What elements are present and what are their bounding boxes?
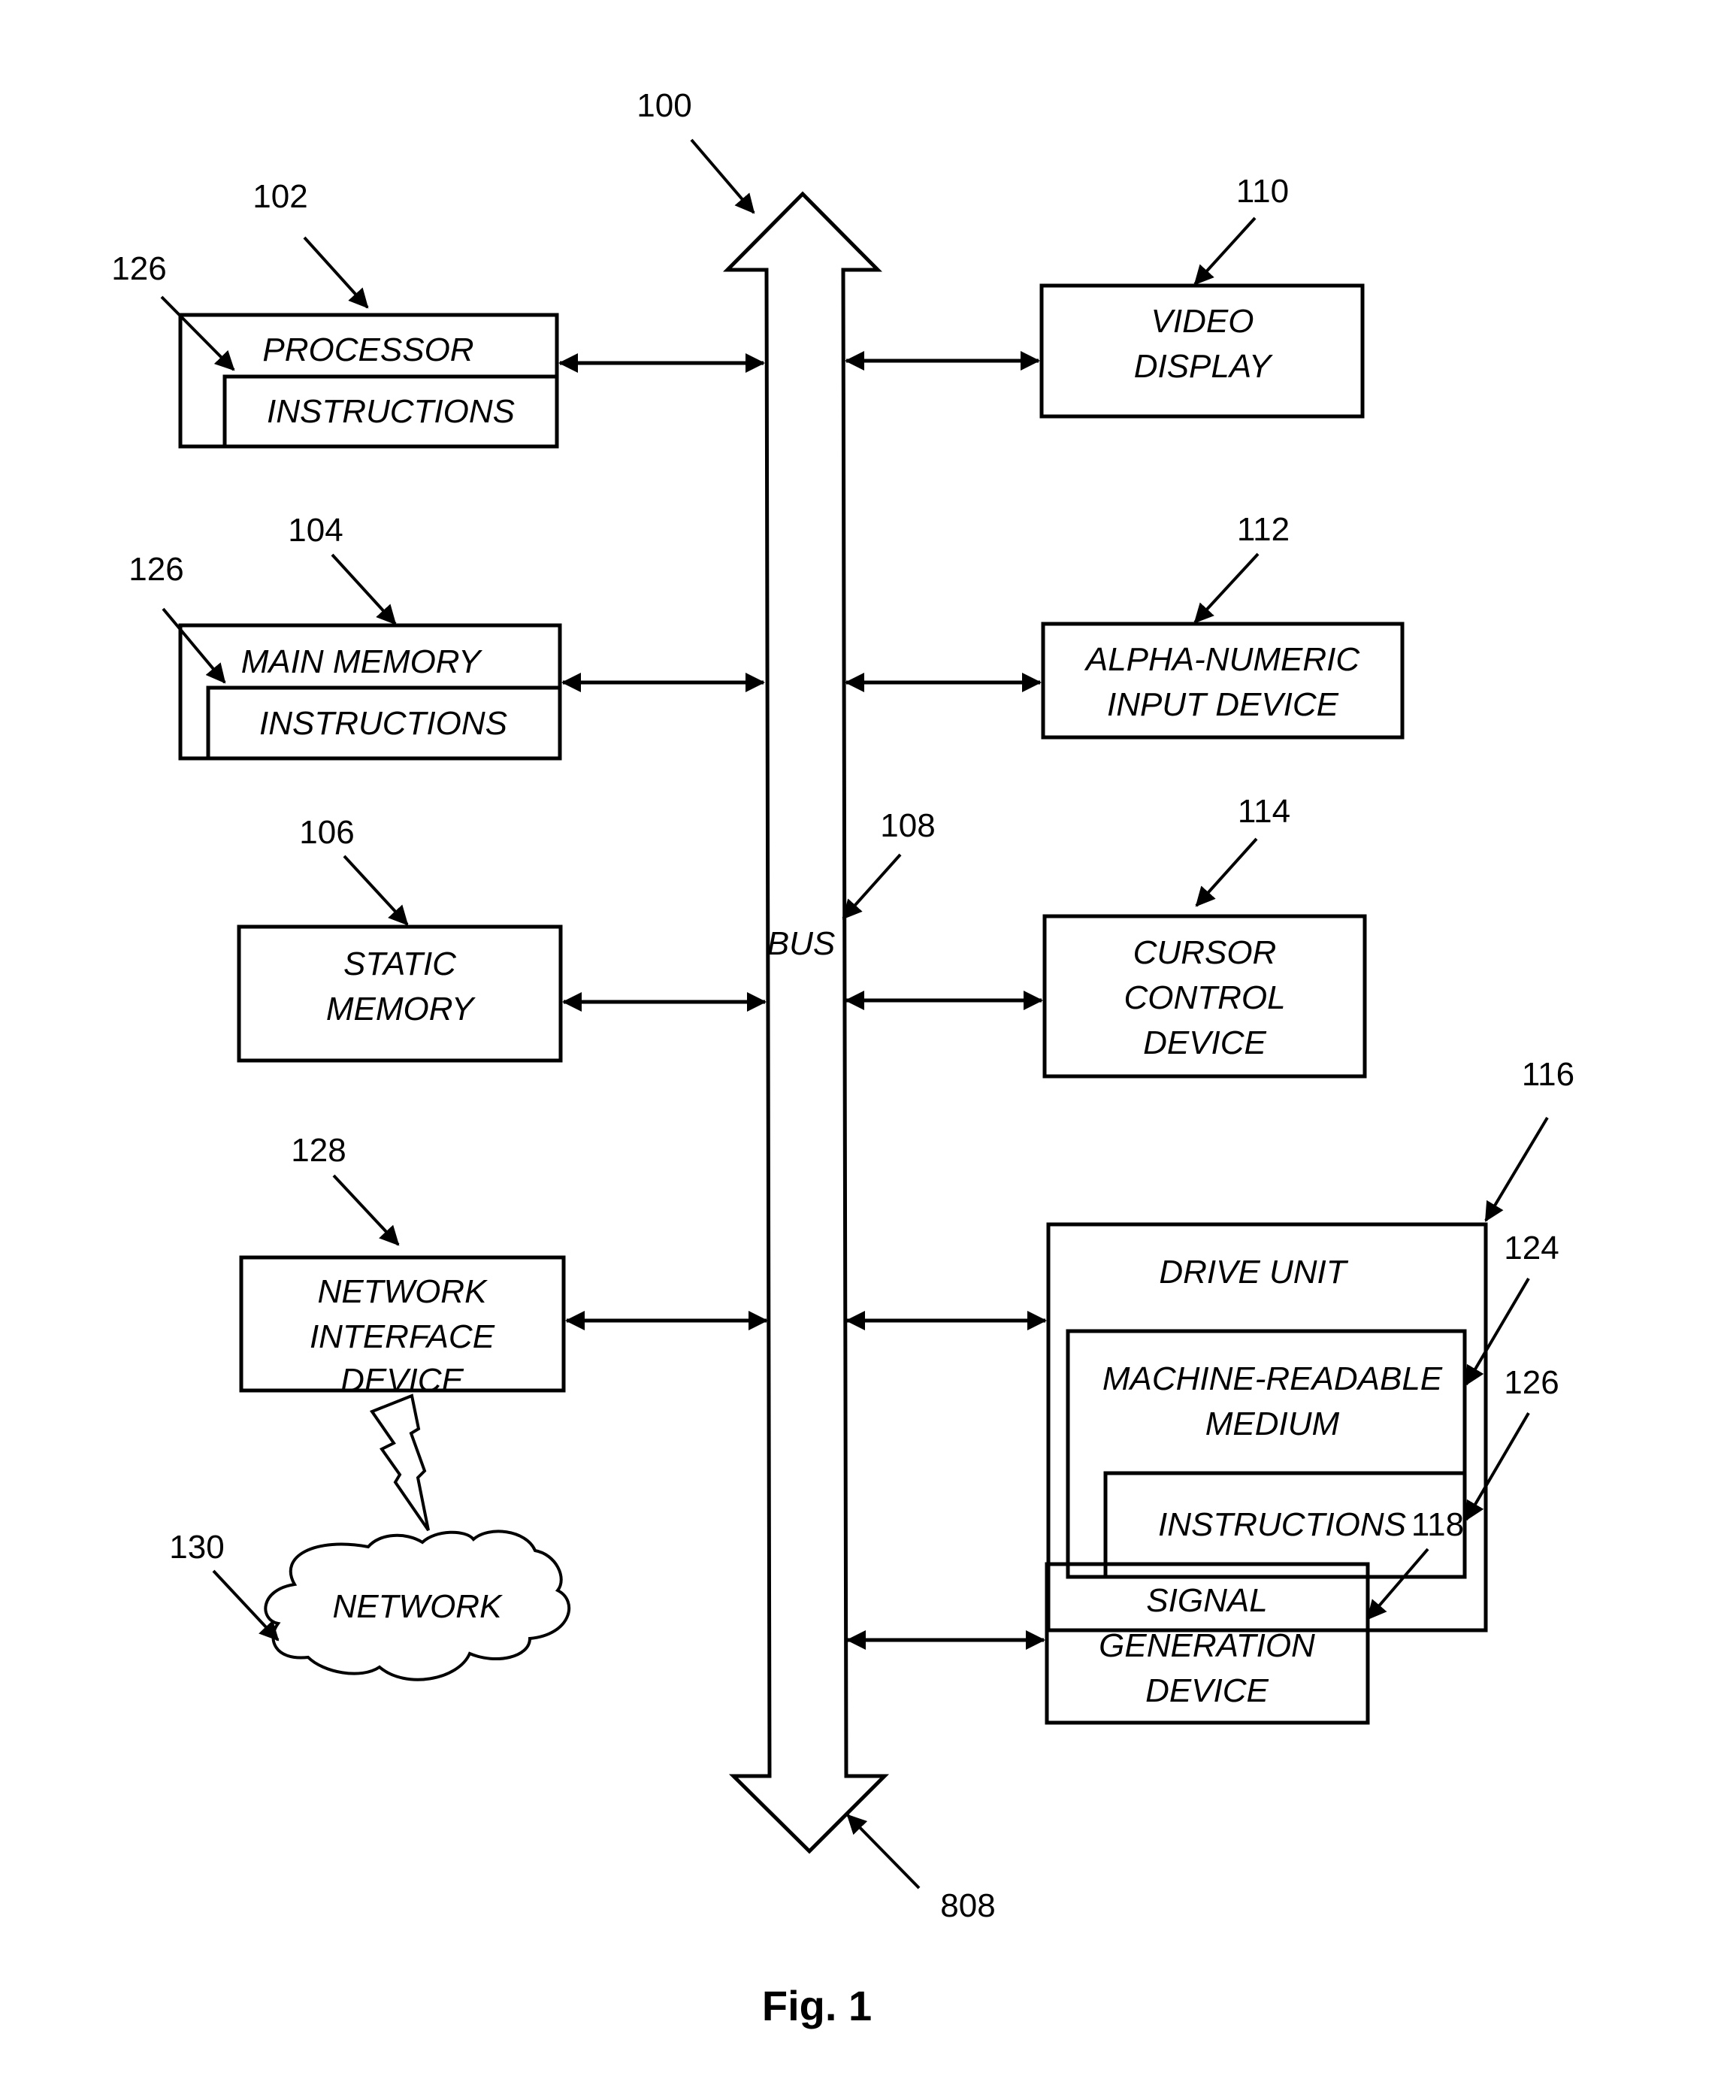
leader-118: [1366, 1548, 1429, 1620]
static-memory-label-1: STATIC: [343, 946, 457, 982]
ref-130: 130: [169, 1529, 224, 1566]
ref-118: 118: [1411, 1506, 1464, 1543]
main-memory-label: MAIN MEMORY: [241, 643, 482, 680]
ref-100: 100: [637, 87, 691, 124]
leader-808: [846, 1814, 921, 1890]
alpha-numeric-label-2: INPUT DEVICE: [1107, 686, 1339, 723]
ref-126-processor: 126: [111, 250, 166, 287]
network-interface-label-2: INTERFACE: [310, 1318, 495, 1355]
video-display-label-2: DISPLAY: [1134, 348, 1273, 385]
processor-label: PROCESSOR: [262, 331, 473, 368]
signal-generation-label-2: GENERATION: [1099, 1627, 1315, 1664]
leader-114: [1195, 837, 1258, 907]
leader-110: [1193, 216, 1257, 286]
ref-808: 808: [940, 1887, 995, 1924]
signal-generation-label-1: SIGNAL: [1146, 1582, 1267, 1619]
bus-label: BUS: [767, 925, 835, 962]
wireless-link-icon: [369, 1393, 430, 1532]
ref-102: 102: [253, 178, 307, 215]
drive-instructions-label: INSTRUCTIONS: [1158, 1506, 1406, 1543]
alpha-numeric-label-1: ALPHA-NUMERIC: [1084, 641, 1360, 678]
leader-100: [690, 138, 755, 214]
static-memory-label-2: MEMORY: [326, 991, 476, 1027]
cursor-control-label-3: DEVICE: [1143, 1024, 1266, 1061]
drive-unit-label: DRIVE UNIT: [1159, 1254, 1348, 1291]
machine-readable-medium-label-1: MACHINE-READABLE: [1102, 1360, 1443, 1397]
cursor-control-label-1: CURSOR: [1133, 934, 1277, 971]
leader-128: [332, 1174, 400, 1246]
ref-108: 108: [880, 807, 935, 844]
leader-108: [842, 853, 902, 920]
network-label: NETWORK: [333, 1588, 504, 1625]
leader-102: [303, 236, 369, 309]
leader-130: [212, 1569, 280, 1642]
ref-116: 116: [1522, 1056, 1574, 1093]
leader-126-drive: [1465, 1412, 1530, 1521]
leader-126-main-memory: [162, 607, 226, 684]
main-memory-instructions-label: INSTRUCTIONS: [259, 705, 507, 742]
leader-116: [1484, 1116, 1549, 1222]
ref-124: 124: [1504, 1230, 1559, 1266]
signal-generation-label-3: DEVICE: [1145, 1672, 1269, 1709]
network-interface-label-1: NETWORK: [318, 1273, 488, 1310]
ref-106: 106: [299, 814, 354, 851]
figure-caption: Fig. 1: [762, 1982, 872, 2029]
processor-instructions-label: INSTRUCTIONS: [267, 393, 515, 430]
ref-128: 128: [291, 1132, 346, 1169]
leader-126-processor: [160, 295, 235, 371]
block-diagram: 100 102 126 104 126 106 128 130 108 110 …: [111, 87, 1574, 2029]
leader-112: [1193, 552, 1260, 624]
network-interface-label-3: DEVICE: [340, 1362, 464, 1399]
ref-126-drive: 126: [1504, 1364, 1559, 1401]
video-display-label-1: VIDEO: [1151, 303, 1254, 340]
leader-104: [331, 553, 397, 625]
machine-readable-medium-label-2: MEDIUM: [1205, 1406, 1340, 1442]
ref-110: 110: [1236, 173, 1289, 210]
ref-114: 114: [1238, 793, 1290, 830]
leader-106: [343, 855, 409, 926]
bus-arrow: [723, 191, 890, 1854]
cursor-control-label-2: CONTROL: [1124, 979, 1285, 1016]
ref-112: 112: [1237, 511, 1290, 548]
ref-104: 104: [288, 512, 343, 549]
ref-126-main-memory: 126: [129, 551, 183, 588]
